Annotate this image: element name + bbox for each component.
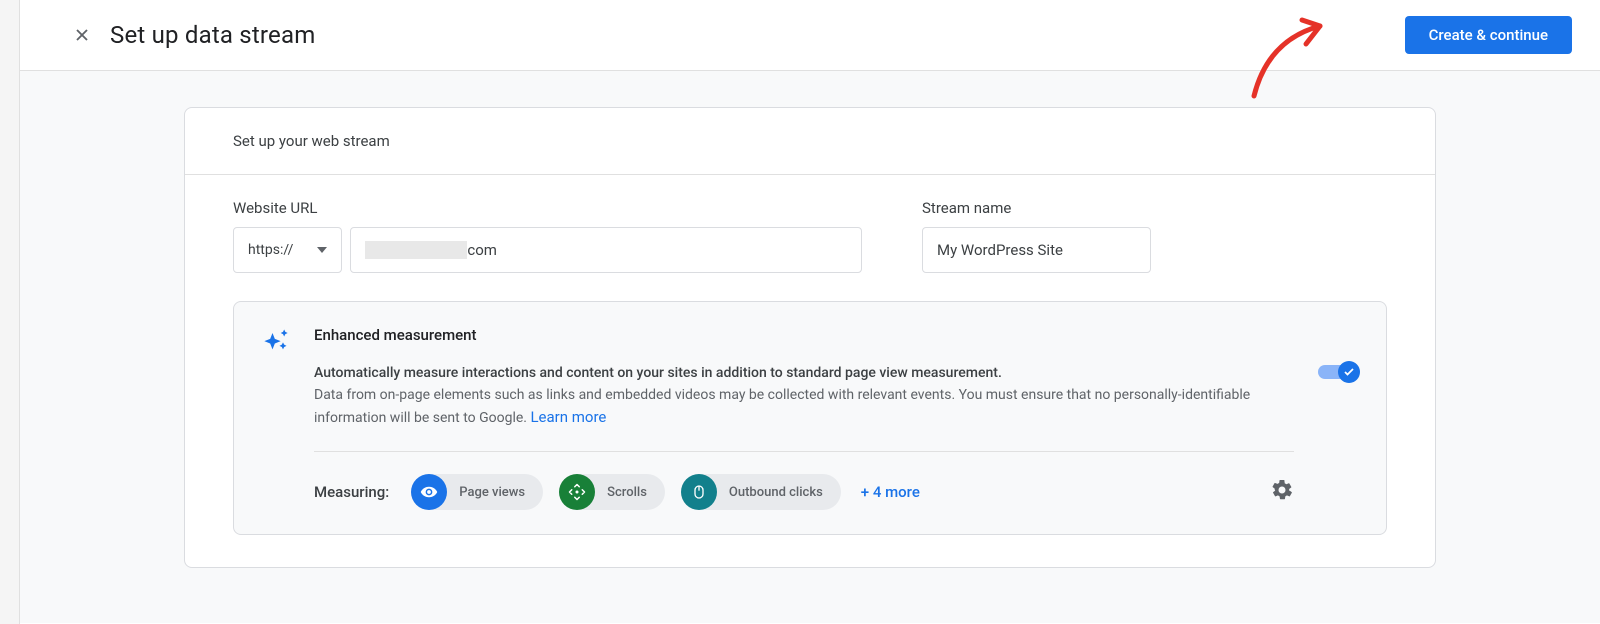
create-continue-button[interactable]: Create & continue xyxy=(1405,16,1572,54)
protocol-select[interactable]: https:// xyxy=(233,227,342,273)
enhanced-title: Enhanced measurement xyxy=(314,326,1294,344)
background-sidebar-ghost xyxy=(0,0,20,624)
card-header-text: Set up your web stream xyxy=(185,108,1435,175)
enhanced-desc-bold: Automatically measure interactions and c… xyxy=(314,362,1294,384)
web-stream-card: Set up your web stream Website URL https… xyxy=(184,107,1436,568)
stream-name-label: Stream name xyxy=(922,199,1387,217)
measuring-row: Measuring: Page views Scrolls xyxy=(314,474,1294,510)
enhanced-content: Enhanced measurement Automatically measu… xyxy=(314,326,1294,510)
gear-icon[interactable] xyxy=(1270,478,1294,506)
chip-label: Page views xyxy=(459,485,525,500)
chevron-down-icon xyxy=(317,247,327,253)
chip-outbound-clicks: Outbound clicks xyxy=(681,474,841,510)
redacted-url-segment xyxy=(365,241,467,259)
measuring-label: Measuring: xyxy=(314,483,389,501)
card-body: Website URL https:// com Stream name xyxy=(185,175,1435,567)
close-icon[interactable] xyxy=(72,25,92,45)
content-area: Set up your web stream Website URL https… xyxy=(20,71,1600,623)
enhanced-measurement-toggle[interactable] xyxy=(1318,362,1358,382)
toggle-wrapper xyxy=(1318,326,1358,510)
website-url-field-group: Website URL https:// com xyxy=(233,199,862,273)
protocol-value: https:// xyxy=(248,242,293,258)
form-row: Website URL https:// com Stream name xyxy=(233,199,1387,273)
sparkle-icon xyxy=(262,326,290,510)
stream-name-field-group: Stream name xyxy=(922,199,1387,273)
enhanced-desc: Data from on-page elements such as links… xyxy=(314,387,1250,425)
scroll-icon xyxy=(559,474,595,510)
chip-label: Scrolls xyxy=(607,485,647,500)
website-url-input[interactable]: com xyxy=(350,227,862,273)
chip-page-views: Page views xyxy=(411,474,543,510)
stream-name-input[interactable] xyxy=(922,227,1151,273)
enhanced-measurement-panel: Enhanced measurement Automatically measu… xyxy=(233,301,1387,535)
mouse-icon xyxy=(681,474,717,510)
learn-more-link[interactable]: Learn more xyxy=(530,408,606,426)
divider xyxy=(314,451,1294,452)
more-chips-link[interactable]: + 4 more xyxy=(861,483,920,501)
page-title: Set up data stream xyxy=(110,21,315,49)
url-suffix-text: com xyxy=(467,241,497,259)
website-url-label: Website URL xyxy=(233,199,862,217)
chip-scrolls: Scrolls xyxy=(559,474,665,510)
header-left-group: Set up data stream xyxy=(72,21,315,49)
toggle-thumb-check-icon xyxy=(1338,361,1360,383)
chip-label: Outbound clicks xyxy=(729,485,823,500)
eye-icon xyxy=(411,474,447,510)
page-header: Set up data stream Create & continue xyxy=(20,0,1600,71)
